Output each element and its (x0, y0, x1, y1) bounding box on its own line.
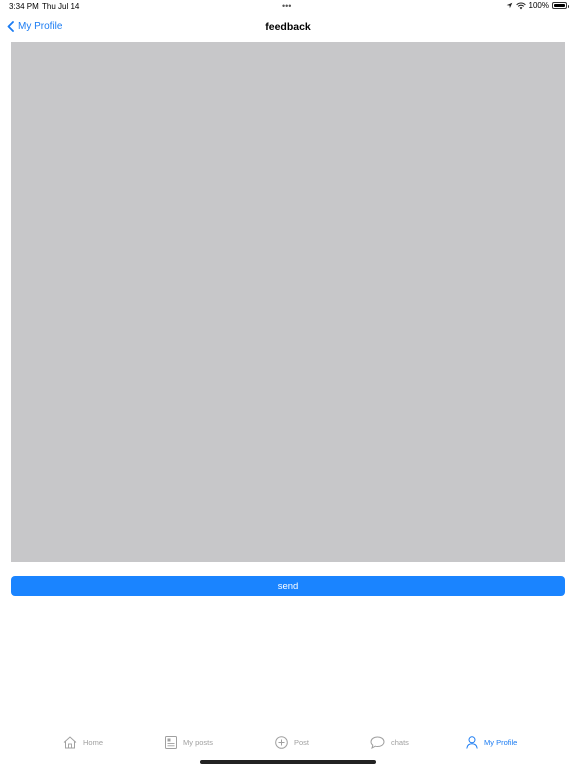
navigation-bar: My Profile feedback (0, 14, 576, 42)
status-indicators: 100% (506, 1, 569, 10)
status-date: Thu Jul 14 (42, 2, 80, 11)
battery-percent: 100% (528, 1, 549, 10)
tab-my-posts[interactable]: My posts (165, 736, 213, 749)
home-icon (63, 736, 77, 749)
tab-my-profile[interactable]: My Profile (466, 736, 517, 749)
tab-home-label: Home (83, 738, 104, 747)
wifi-icon (515, 2, 526, 9)
feedback-input[interactable] (11, 42, 565, 562)
person-icon (466, 736, 478, 749)
home-indicator[interactable] (200, 760, 376, 764)
tab-post-label: Post (294, 738, 310, 747)
tab-chats-label: chats (391, 738, 409, 747)
send-button[interactable]: send (11, 576, 565, 596)
status-bar: 3:34 PM Thu Jul 14 ••• 100% (0, 0, 576, 14)
battery-icon (552, 2, 569, 9)
location-arrow-icon (506, 2, 512, 9)
tab-chats[interactable]: chats (370, 736, 409, 749)
tab-my-profile-label: My Profile (484, 738, 518, 747)
tab-post[interactable]: Post (275, 736, 309, 749)
status-time: 3:34 PM (9, 2, 39, 11)
page-title: feedback (265, 21, 311, 33)
plus-circle-icon (275, 736, 288, 749)
tab-home[interactable]: Home (63, 736, 103, 749)
multitasking-dots[interactable]: ••• (282, 1, 291, 11)
posts-icon (165, 736, 177, 749)
tab-my-posts-label: My posts (183, 738, 214, 747)
chat-bubble-icon (370, 736, 385, 749)
